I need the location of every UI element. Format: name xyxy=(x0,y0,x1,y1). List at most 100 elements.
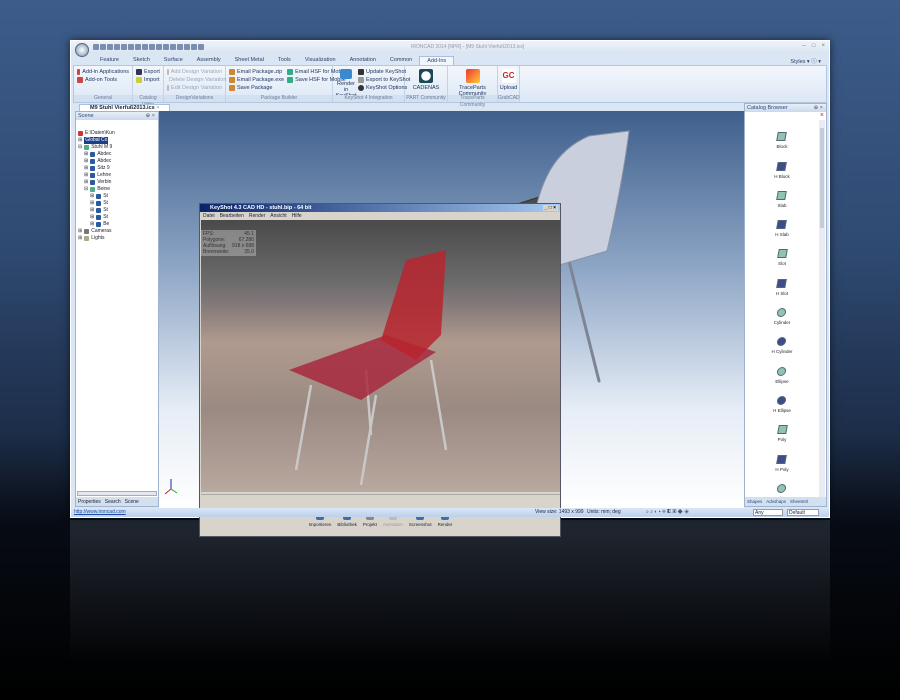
catalog-item-cylinder[interactable]: Cylinder xyxy=(774,296,790,325)
tab-surface[interactable]: Surface xyxy=(157,56,190,65)
catalog-item-slab[interactable]: Slab xyxy=(776,179,788,208)
catalog-item-slot[interactable]: Slot xyxy=(776,237,788,266)
horizontal-scrollbar[interactable] xyxy=(77,491,157,496)
catalog-item-block[interactable]: Block xyxy=(776,120,788,149)
tree-item[interactable]: ⊞ Be xyxy=(78,221,115,228)
tab-assembly[interactable]: Assembly xyxy=(190,56,228,65)
tree-item[interactable]: ⊞ Abdec xyxy=(78,151,115,158)
pin-close-icon[interactable]: ⊕ × xyxy=(146,112,155,120)
view-tools-icons[interactable]: ⌕ ⌕ ◐ ▪ ✥ ◧ ▣ ◆ ◈ xyxy=(646,508,689,517)
tree-item[interactable]: ⊞ Verbin xyxy=(78,179,115,186)
delete-design-variation-button[interactable]: Delete Design Variation xyxy=(167,76,226,84)
email-package-exe-button[interactable]: Email Package.exe xyxy=(229,76,284,84)
menu-render[interactable]: Render xyxy=(249,212,265,220)
cadenas-button[interactable]: CADENAS xyxy=(408,68,444,91)
tab-annotation[interactable]: Annotation xyxy=(343,56,383,65)
quick-access-toolbar[interactable] xyxy=(93,44,204,50)
tree-item[interactable]: ⊞ Cameras xyxy=(78,228,115,235)
edit-design-variation-button[interactable]: Edit Design Variation xyxy=(167,84,222,92)
menu-bearbeiten[interactable]: Bearbeiten xyxy=(220,212,244,220)
group-part-community: CADENAS PART Community xyxy=(405,66,448,102)
tab-sheetmtl[interactable]: Sheetmtl xyxy=(790,499,808,504)
export-to-keyshot-button[interactable]: Export to KeyShot xyxy=(358,76,410,84)
styles-menu[interactable]: Styles ▾ ⓘ ▾ xyxy=(790,57,821,65)
keyshot-teapot-icon xyxy=(340,69,352,79)
add-design-variation-button[interactable]: Add Design Variation xyxy=(167,68,222,76)
group-label: KeyShot 4 Integration xyxy=(333,95,404,102)
minimize-icon[interactable]: – xyxy=(803,43,806,49)
catalog-item-h-cylinder[interactable]: H Cylinder xyxy=(771,325,793,354)
window-controls[interactable]: – □ × xyxy=(803,43,825,49)
tree-item[interactable]: ⊞ Lights xyxy=(78,235,115,242)
catalog-item-h-slot[interactable]: H Slot xyxy=(776,266,788,296)
keyshot-options-button[interactable]: KeyShot Options xyxy=(358,84,410,92)
catalog-item-ellipse[interactable]: Ellipse xyxy=(775,354,789,384)
catalog-item-h-poly[interactable]: H Poly xyxy=(775,442,789,472)
tab-scene[interactable]: Scene xyxy=(125,499,139,505)
style-dropdown[interactable]: Default xyxy=(787,509,819,516)
tree-label: E:\Daten\Kun xyxy=(85,130,115,136)
import-button[interactable]: Import xyxy=(136,76,160,84)
group-keyshot: Render in KeyShot Update KeyShot Export … xyxy=(333,66,410,102)
update-keyshot-button[interactable]: Update KeyShot xyxy=(358,68,410,76)
tree-item[interactable]: ⊞ St xyxy=(78,207,115,214)
selection-filter-dropdown[interactable]: Any xyxy=(753,509,783,516)
catalog-item-h-block[interactable]: H Block xyxy=(774,149,790,179)
tab-advshaps[interactable]: Advshaps xyxy=(766,499,786,504)
menu-ansicht[interactable]: Ansicht xyxy=(270,212,286,220)
delete-icon[interactable]: × xyxy=(820,112,824,119)
keyshot-window-controls[interactable]: _ □ × xyxy=(542,205,558,211)
maximize-icon[interactable]: □ xyxy=(812,43,816,49)
upload-button[interactable]: GC Upload xyxy=(500,68,517,91)
label: Email Package.zip xyxy=(237,69,283,75)
website-link[interactable]: http://www.ironcad.com xyxy=(74,508,126,517)
add-in-applications-button[interactable]: Add-in Applications xyxy=(77,68,129,76)
tree-item[interactable]: ⊞ Abdec xyxy=(78,158,115,165)
tab-visualization[interactable]: Visualization xyxy=(298,56,343,65)
email-package-zip-button[interactable]: Email Package.zip xyxy=(229,68,284,76)
tree-item[interactable]: ⊟ Beine xyxy=(78,186,115,193)
pin-close-icon[interactable]: ⊕ × xyxy=(814,104,823,112)
tree-item[interactable]: ⊞ St xyxy=(78,214,115,221)
label: Export xyxy=(144,69,160,75)
tree-item[interactable]: ⊞ Sitz 9 xyxy=(78,165,115,172)
catalog-scrollbar[interactable] xyxy=(819,120,825,498)
tree-label: Abdec xyxy=(97,158,112,164)
menu-datei[interactable]: Datei xyxy=(203,212,215,220)
menu-hilfe[interactable]: Hilfe xyxy=(292,212,302,220)
group-label: PART Community xyxy=(405,95,447,102)
tab-properties[interactable]: Properties xyxy=(78,499,101,505)
tab-shapes[interactable]: Shapes xyxy=(747,499,762,504)
tab-tools[interactable]: Tools xyxy=(271,56,298,65)
tree-item[interactable]: E:\Daten\Kun xyxy=(78,130,115,137)
app-logo-icon[interactable] xyxy=(75,43,89,57)
tree-label: Sitz 9 xyxy=(97,165,110,171)
catalog-item-poly[interactable]: Poly xyxy=(776,413,788,442)
catalog-item-h-ellipse[interactable]: H Ellipse xyxy=(773,384,791,413)
tab-search[interactable]: Search xyxy=(105,499,121,505)
catalog-items: Block H Block Slab H Slab Slot H Slot Cy… xyxy=(745,120,819,501)
tab-add-ins[interactable]: Add-Ins xyxy=(419,56,455,65)
tab-feature[interactable]: Feature xyxy=(93,56,126,65)
save-package-button[interactable]: Save Package xyxy=(229,84,284,92)
catalog-browser: Catalog Browser ⊕ × × Block H Block Slab … xyxy=(744,103,827,507)
tree-item[interactable]: ⊞ St xyxy=(78,193,115,200)
tab-common[interactable]: Common xyxy=(383,56,419,65)
group-package-builder: Email Package.zip Email Package.exe Save… xyxy=(226,66,347,102)
keyshot-render-view[interactable]: FPS: 45.1 Polygone: 67.280 Auflösung: 918 x… xyxy=(201,220,560,492)
3d-viewport[interactable]: KeyShot 4.3 CAD HD - stuhl.bip - 64 bit _… xyxy=(159,111,744,537)
scene-tree: E:\Daten\Kun ⊞ Global Co ⊟ Stuhl M 9 ⊞ Abde… xyxy=(78,130,115,242)
keyshot-title: KeyShot 4.3 CAD HD - stuhl.bip - 64 bit xyxy=(210,205,312,211)
tree-item[interactable]: ⊞ St xyxy=(78,200,115,207)
catalog-item-h-slab[interactable]: H Slab xyxy=(775,208,789,237)
tab-sketch[interactable]: Sketch xyxy=(126,56,157,65)
tab-sheet-metal[interactable]: Sheet Metal xyxy=(228,56,271,65)
tree-item[interactable]: ⊟ Stuhl M 9 xyxy=(78,144,115,151)
add-on-tools-button[interactable]: Add-on Tools xyxy=(77,76,129,84)
export-button[interactable]: Export xyxy=(136,68,160,76)
traceparts-button[interactable]: TraceParts Community xyxy=(451,68,494,97)
group-label: TraceParts Community xyxy=(448,95,497,108)
close-icon[interactable]: × xyxy=(821,43,825,49)
tree-item[interactable]: ⊞ Global Co xyxy=(78,137,115,144)
tree-item[interactable]: ⊞ Lehne xyxy=(78,172,115,179)
